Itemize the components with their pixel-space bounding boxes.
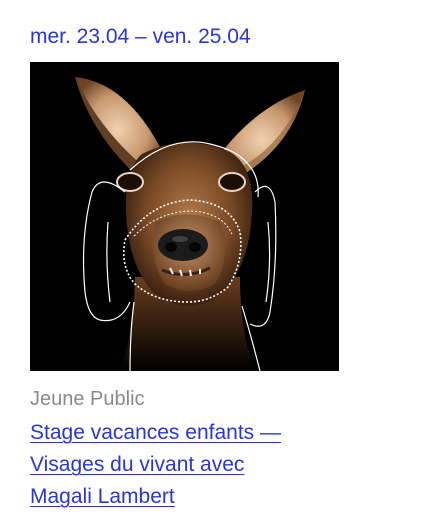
event-image — [30, 62, 339, 371]
event-title: Stage vacances enfants — Visages du viva… — [30, 417, 390, 513]
event-title-link[interactable]: Stage vacances enfants — Visages du viva… — [30, 417, 390, 513]
event-category: Jeune Public — [30, 388, 145, 410]
event-title-line: Visages du vivant avec — [30, 453, 245, 476]
event-image-link[interactable] — [30, 62, 339, 371]
event-date-range: mer. 23.04 – ven. 25.04 — [30, 25, 251, 48]
event-card: mer. 23.04 – ven. 25.04 Jeune Public Sta… — [0, 0, 433, 520]
event-title-line: Stage vacances enfants — — [30, 421, 281, 444]
event-title-line: Magali Lambert — [30, 485, 175, 508]
